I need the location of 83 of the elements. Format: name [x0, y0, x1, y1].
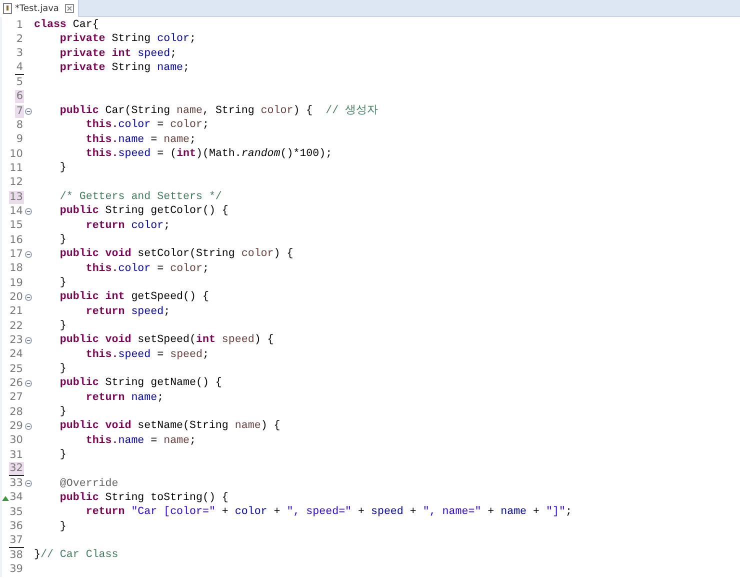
code-line: }// Car Class	[34, 548, 118, 562]
code-line: private String name;	[58, 61, 190, 76]
code-line: this.speed = (int)(Math.random()*100);	[84, 147, 332, 162]
line-number: 7	[15, 104, 24, 118]
code-line: }	[58, 161, 66, 176]
collapse-icon[interactable]	[24, 108, 32, 115]
collapse-icon[interactable]	[24, 294, 32, 301]
code-line: this.color = color;	[84, 262, 209, 276]
code-line: public void setSpeed(int speed) {	[58, 333, 274, 348]
code-line: public Car(String name, String color) { // 생성자	[58, 104, 378, 118]
code-line: return color;	[84, 218, 170, 233]
line-number: 19	[8, 276, 24, 290]
java-file-icon	[3, 3, 12, 14]
line-number: 15	[8, 219, 24, 232]
close-icon[interactable]	[64, 4, 74, 13]
line-number: 22	[8, 320, 24, 333]
code-line: public void setColor(String color) {	[58, 247, 294, 262]
line-number: 4	[15, 61, 24, 76]
line-number: 6	[15, 90, 24, 104]
line-number: 25	[8, 362, 24, 376]
collapse-icon[interactable]	[24, 480, 32, 488]
line-number: 11	[8, 162, 24, 175]
collapse-icon[interactable]	[24, 208, 32, 215]
code-line: public void setName(String name) {	[58, 419, 280, 434]
line-number: 14	[8, 204, 24, 218]
code-line: public String toString() {	[58, 490, 228, 505]
line-number: 21	[8, 305, 24, 318]
code-line: this.speed = speed;	[84, 348, 209, 362]
code-line: this.name = name;	[84, 132, 196, 147]
line-number: 2	[15, 32, 24, 46]
collapse-icon[interactable]	[24, 422, 32, 430]
code-line: }	[58, 448, 66, 462]
line-number: 34	[8, 491, 24, 504]
line-number: 38	[8, 548, 24, 562]
collapse-icon[interactable]	[24, 336, 32, 344]
code-line: class Car{	[34, 18, 99, 32]
line-number: 30	[8, 434, 24, 448]
line-number: 23	[8, 334, 24, 347]
line-number: 20	[8, 290, 24, 304]
line-number: 29	[8, 420, 24, 433]
code-line: @Override	[58, 476, 118, 491]
code-line: }	[58, 405, 66, 420]
line-number: 31	[8, 448, 24, 462]
code-line: }	[58, 233, 66, 248]
line-number: 24	[8, 348, 24, 362]
code-line: }	[58, 362, 66, 376]
line-number: 27	[8, 391, 24, 404]
line-number: 5	[15, 76, 24, 89]
code-line: private int speed;	[58, 46, 177, 61]
line-number: 3	[15, 47, 24, 60]
line-number: 33	[8, 477, 24, 490]
code-line: return speed;	[84, 304, 170, 319]
code-line: this.color = color;	[84, 118, 209, 132]
line-number: 13	[8, 190, 24, 204]
code-line: public String getColor() {	[58, 204, 228, 218]
code-line: return "Car [color=" + color + ", speed=" + speed + ", name=" + name + "]";	[84, 505, 572, 520]
line-number: 10	[8, 148, 24, 161]
editor-tab[interactable]: *Test.java	[0, 0, 79, 17]
line-number: 32	[8, 462, 24, 476]
code-line: /* Getters and Setters */	[58, 190, 222, 204]
line-number: 9	[15, 133, 24, 146]
code-line: this.name = name;	[84, 434, 196, 448]
collapse-icon[interactable]	[24, 250, 32, 258]
line-number: 37	[8, 534, 24, 548]
line-number: 28	[8, 406, 24, 419]
line-number: 35	[8, 506, 24, 519]
line-number: 36	[8, 520, 24, 534]
line-number: 26	[8, 376, 24, 390]
code-line: public int getSpeed() {	[58, 290, 209, 304]
code-line: }	[58, 520, 66, 534]
line-number: 16	[8, 234, 24, 247]
code-line: public String getName() {	[58, 376, 222, 390]
line-number: 12	[8, 176, 24, 190]
line-number: 17	[8, 248, 24, 261]
line-number: 8	[15, 118, 24, 132]
collapse-icon[interactable]	[24, 380, 32, 387]
line-number: 1	[15, 18, 24, 32]
code-line: return name;	[84, 390, 164, 405]
code-line: }	[58, 319, 66, 334]
code-line: }	[58, 276, 66, 290]
line-number: 18	[8, 262, 24, 276]
code-line: private String color;	[58, 32, 196, 46]
line-number: 39	[8, 563, 24, 576]
